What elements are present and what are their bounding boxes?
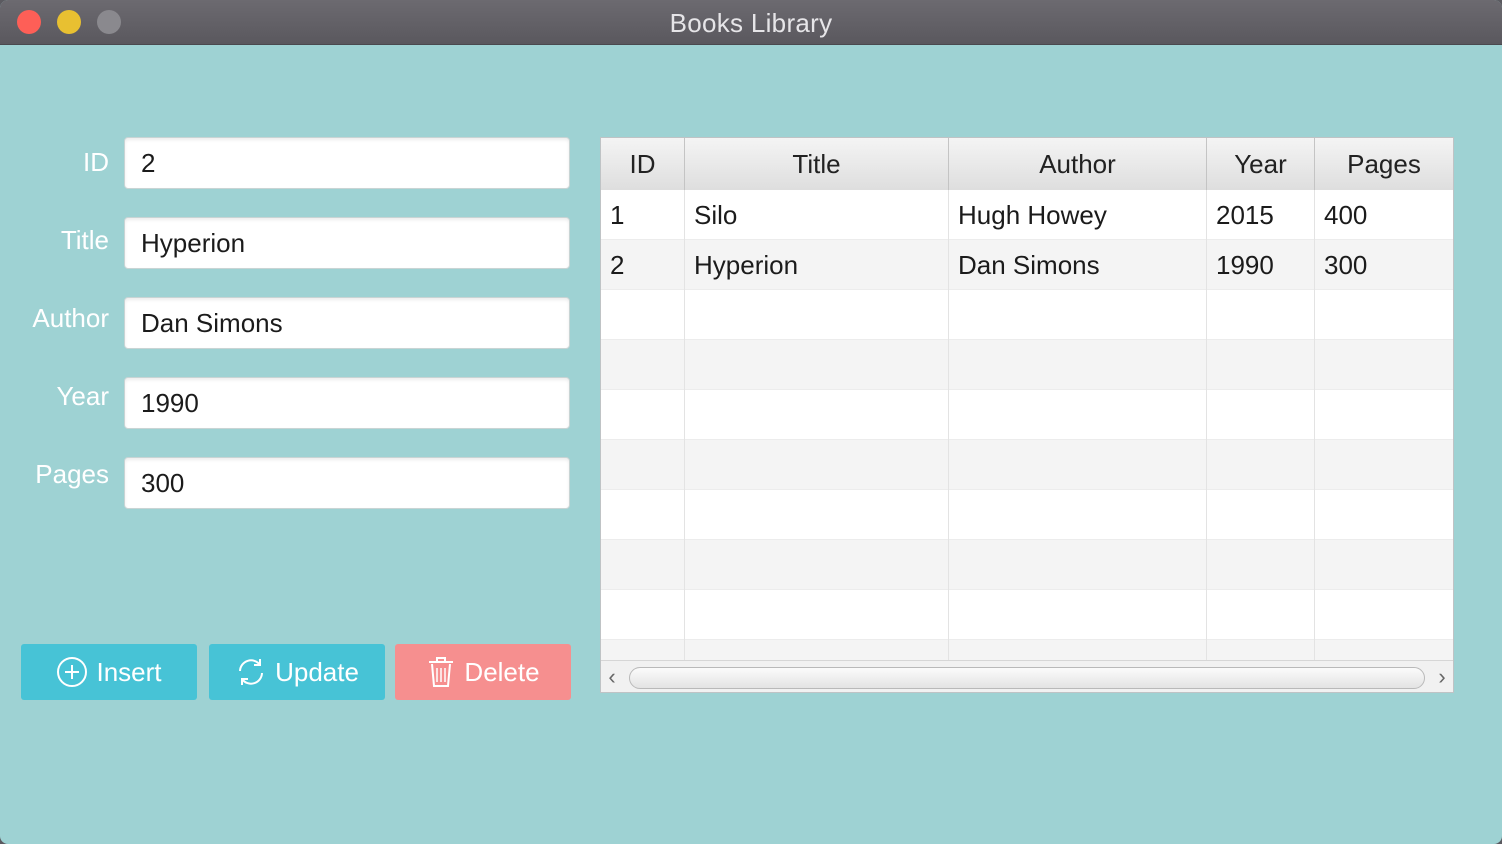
pages-field[interactable] bbox=[124, 457, 570, 509]
table-row[interactable]: 1 Silo Hugh Howey 2015 400 bbox=[601, 190, 1453, 240]
scroll-right-icon[interactable]: › bbox=[1431, 665, 1453, 689]
column-header-id[interactable]: ID bbox=[601, 138, 685, 190]
delete-button-label: Delete bbox=[464, 656, 540, 687]
books-table[interactable]: ID Title Author Year Pages 1 Silo Hugh H… bbox=[600, 137, 1454, 693]
author-label: Author bbox=[32, 303, 109, 333]
empty-row bbox=[601, 590, 1453, 640]
update-button[interactable]: Update bbox=[209, 644, 385, 700]
table-body: 1 Silo Hugh Howey 2015 400 2 Hyperion Da… bbox=[601, 190, 1453, 660]
author-field[interactable] bbox=[124, 297, 570, 349]
empty-row bbox=[601, 540, 1453, 590]
scroll-left-icon[interactable]: ‹ bbox=[601, 665, 623, 689]
empty-row bbox=[601, 640, 1453, 660]
cell-pages: 400 bbox=[1324, 200, 1368, 230]
title-label: Title bbox=[60, 225, 109, 255]
cell-year: 2015 bbox=[1207, 190, 1315, 240]
id-field[interactable] bbox=[124, 137, 570, 189]
scrollbar-thumb[interactable] bbox=[629, 667, 1425, 689]
app-window: Books Library ID Title Author Year Pages… bbox=[0, 0, 1502, 844]
trash-icon bbox=[426, 656, 456, 688]
insert-button-label: Insert bbox=[96, 656, 162, 687]
refresh-icon bbox=[235, 656, 267, 688]
empty-row bbox=[601, 340, 1453, 390]
title-bar: Books Library bbox=[0, 0, 1502, 45]
cell-pages: 300 bbox=[1324, 250, 1368, 280]
plus-circle-icon bbox=[56, 656, 88, 688]
cell-title: Silo bbox=[685, 190, 949, 240]
year-label: Year bbox=[56, 381, 109, 411]
table-row[interactable]: 2 Hyperion Dan Simons 1990 300 bbox=[601, 240, 1453, 290]
pages-label: Pages bbox=[35, 459, 109, 489]
window-title: Books Library bbox=[669, 8, 833, 38]
cell-author: Hugh Howey bbox=[949, 190, 1207, 240]
delete-button[interactable]: Delete bbox=[395, 644, 571, 700]
cell-author: Dan Simons bbox=[949, 240, 1207, 290]
empty-row bbox=[601, 490, 1453, 540]
empty-row bbox=[601, 440, 1453, 490]
empty-row bbox=[601, 390, 1453, 440]
cell-id: 1 bbox=[601, 190, 685, 240]
column-header-author[interactable]: Author bbox=[949, 138, 1207, 190]
column-header-title[interactable]: Title bbox=[685, 138, 949, 190]
horizontal-scrollbar[interactable]: ‹ › bbox=[601, 660, 1453, 692]
update-button-label: Update bbox=[275, 656, 359, 687]
cell-year: 1990 bbox=[1207, 240, 1315, 290]
cell-id: 2 bbox=[601, 240, 685, 290]
column-header-year[interactable]: Year bbox=[1207, 138, 1315, 190]
year-field[interactable] bbox=[124, 377, 570, 429]
column-header-pages[interactable]: Pages bbox=[1315, 138, 1453, 190]
cell-title: Hyperion bbox=[685, 240, 949, 290]
empty-row bbox=[601, 290, 1453, 340]
title-field[interactable] bbox=[124, 217, 570, 269]
table-header: ID Title Author Year Pages bbox=[601, 138, 1453, 191]
insert-button[interactable]: Insert bbox=[21, 644, 197, 700]
id-label: ID bbox=[83, 147, 109, 177]
